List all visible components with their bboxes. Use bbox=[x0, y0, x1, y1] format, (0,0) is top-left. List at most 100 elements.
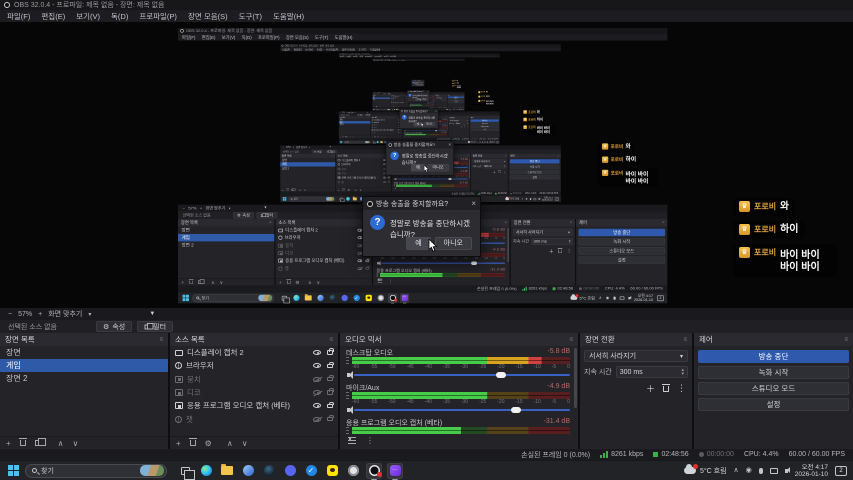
preview-dropdown-icon[interactable]: ▼ bbox=[367, 112, 368, 113]
panel-menu-icon[interactable]: ≡ bbox=[389, 155, 390, 157]
file-explorer-icon[interactable] bbox=[352, 196, 357, 201]
panel-menu-icon[interactable]: ≡ bbox=[498, 117, 499, 118]
taskbar-clock[interactable]: 오전 4:17 2026-01-10 bbox=[458, 109, 462, 111]
properties-button[interactable]: ⚙ 속성 bbox=[312, 150, 324, 154]
scene-item[interactable]: 장면 2 bbox=[280, 167, 335, 171]
remove-source-button[interactable] bbox=[287, 280, 290, 283]
lock-icon[interactable] bbox=[366, 260, 369, 263]
zoom-out-button[interactable]: − bbox=[283, 146, 284, 148]
stop-streaming-button[interactable]: 방송 중단 bbox=[510, 159, 560, 163]
menu-profile[interactable]: 프로파일(P) bbox=[387, 60, 391, 61]
source-up-button[interactable]: ∧ bbox=[397, 106, 398, 107]
transition-duration-input[interactable]: 300 ms ▴▾ bbox=[483, 165, 507, 169]
menu-help[interactable]: 도움말(H) bbox=[335, 34, 353, 40]
source-item[interactable]: 챗 bbox=[391, 103, 409, 104]
menu-edit[interactable]: 편집(E) bbox=[347, 55, 351, 57]
source-item[interactable]: 챗 bbox=[336, 180, 391, 184]
check-app-icon[interactable]: ✓ bbox=[405, 109, 407, 111]
panel-menu-icon[interactable]: ≡ bbox=[683, 337, 687, 343]
spinner-arrows-icon[interactable]: ▴▾ bbox=[681, 368, 684, 376]
dialog-no-button[interactable]: 아니오 bbox=[419, 84, 423, 85]
panel-menu-icon[interactable]: ≡ bbox=[446, 117, 447, 118]
lock-icon[interactable] bbox=[388, 164, 390, 165]
speaker-icon[interactable] bbox=[347, 373, 350, 377]
channel-drag-handle[interactable] bbox=[404, 127, 405, 128]
preview-area[interactable]: OBS 32.0.4 - 프로파일: 제목 없음 - 장면: 제목 없음 파일(… bbox=[339, 57, 500, 111]
scene-item[interactable]: 장면 2 bbox=[372, 99, 390, 100]
start-recording-button[interactable]: 녹화 시작 bbox=[698, 366, 849, 379]
menu-file[interactable]: 파일(F) bbox=[340, 55, 344, 57]
source-down-button[interactable]: ∨ bbox=[360, 188, 362, 191]
tray-display-icon[interactable] bbox=[770, 468, 778, 474]
source-item[interactable]: 챗 bbox=[170, 412, 338, 425]
fit-caret-icon[interactable]: ▾ bbox=[229, 206, 231, 210]
scene-down-button[interactable]: ∨ bbox=[220, 280, 223, 285]
volume-slider[interactable] bbox=[397, 179, 468, 180]
taskbar-clock[interactable]: 오전 4:17 2026-01-10 bbox=[542, 197, 553, 202]
visibility-eye-icon[interactable] bbox=[383, 177, 386, 179]
menu-file[interactable]: 파일(F) bbox=[282, 48, 290, 52]
properties-button[interactable]: ⚙ 속성 bbox=[357, 114, 364, 116]
remove-source-button[interactable] bbox=[375, 136, 376, 137]
scene-item[interactable]: 장면 bbox=[372, 96, 390, 97]
source-item[interactable]: 디코 bbox=[276, 249, 372, 257]
filters-button[interactable]: 필터 bbox=[387, 93, 391, 94]
studio-mode-button[interactable]: 스튜디오 모드 bbox=[698, 382, 849, 395]
menu-scene-collection[interactable]: 장면 모음(S) bbox=[374, 55, 381, 57]
panel-menu-icon[interactable]: ≡ bbox=[570, 221, 572, 224]
tray-mic-icon[interactable] bbox=[482, 142, 483, 143]
menu-profile[interactable]: 프로파일(P) bbox=[139, 11, 177, 22]
volume-slider[interactable] bbox=[354, 374, 570, 376]
menu-edit[interactable]: 편집(E) bbox=[41, 11, 65, 22]
dialog-close-icon[interactable]: × bbox=[435, 110, 437, 113]
search-input[interactable]: 찾기 bbox=[288, 197, 335, 202]
menu-file[interactable]: 파일(F) bbox=[373, 60, 376, 61]
kakaotalk-icon[interactable] bbox=[324, 463, 340, 479]
task-view-icon[interactable] bbox=[372, 141, 375, 144]
speaker-icon[interactable] bbox=[404, 130, 405, 131]
dialog-yes-button[interactable]: 예 bbox=[416, 84, 419, 85]
scene-item[interactable]: 장면 bbox=[280, 158, 335, 162]
remove-transition-button[interactable] bbox=[558, 249, 561, 252]
scene-item[interactable]: 장면 2 bbox=[0, 372, 168, 385]
properties-button[interactable]: ⚙ 속성 bbox=[383, 93, 387, 94]
mixer-scrollbar[interactable] bbox=[574, 348, 577, 408]
remove-transition-button[interactable] bbox=[498, 171, 500, 173]
channel-drag-handle[interactable] bbox=[346, 392, 349, 399]
weather-widget[interactable]: 5°C 흐림 bbox=[570, 295, 594, 301]
mixer-scrollbar[interactable] bbox=[447, 119, 448, 130]
menu-file[interactable]: 파일(F) bbox=[182, 34, 195, 40]
scene-item-selected[interactable]: 게임 bbox=[280, 162, 335, 166]
visibility-eye-icon[interactable] bbox=[398, 122, 400, 123]
kakaotalk-icon[interactable] bbox=[407, 109, 409, 111]
menu-docks[interactable]: 독(D) bbox=[242, 34, 252, 40]
stop-streaming-button[interactable]: 방송 중단 bbox=[471, 119, 500, 121]
tray-expand-icon[interactable]: ∧ bbox=[452, 109, 453, 110]
chat-app-icon[interactable]: ··· bbox=[412, 141, 415, 144]
steam-icon[interactable] bbox=[401, 109, 403, 111]
lock-icon[interactable] bbox=[400, 124, 401, 125]
zoom-out-button[interactable]: − bbox=[8, 311, 12, 318]
remove-scene-button[interactable] bbox=[287, 189, 289, 191]
dialog-close-icon[interactable]: × bbox=[448, 142, 451, 147]
tray-mic-icon[interactable] bbox=[530, 198, 531, 200]
channel-drag-handle[interactable] bbox=[394, 162, 395, 164]
source-item[interactable]: 뭉치 bbox=[170, 373, 338, 386]
settings-button[interactable]: 설정 bbox=[471, 128, 500, 130]
panel-menu-icon[interactable]: ≡ bbox=[369, 117, 370, 118]
visibility-eye-off-icon[interactable] bbox=[398, 127, 400, 128]
source-item[interactable]: 디코 bbox=[371, 126, 403, 129]
remove-transition-button[interactable] bbox=[464, 126, 465, 127]
scene-down-button[interactable]: ∨ bbox=[352, 136, 353, 138]
add-transition-button[interactable]: ＋ bbox=[461, 125, 463, 127]
lock-icon[interactable] bbox=[388, 181, 390, 182]
lock-icon[interactable] bbox=[400, 127, 401, 128]
lock-icon[interactable] bbox=[400, 119, 401, 120]
source-down-button[interactable]: ∨ bbox=[242, 439, 248, 448]
preview-dropdown-icon[interactable]: ▼ bbox=[149, 311, 155, 317]
transition-select[interactable]: 서서히 사라지기 ▾ bbox=[513, 229, 573, 236]
obs-taskbar-icon[interactable] bbox=[412, 109, 414, 111]
tray-expand-icon[interactable]: ∧ bbox=[477, 141, 478, 143]
remove-source-button[interactable] bbox=[190, 440, 196, 446]
scene-down-button[interactable]: ∨ bbox=[73, 439, 79, 448]
